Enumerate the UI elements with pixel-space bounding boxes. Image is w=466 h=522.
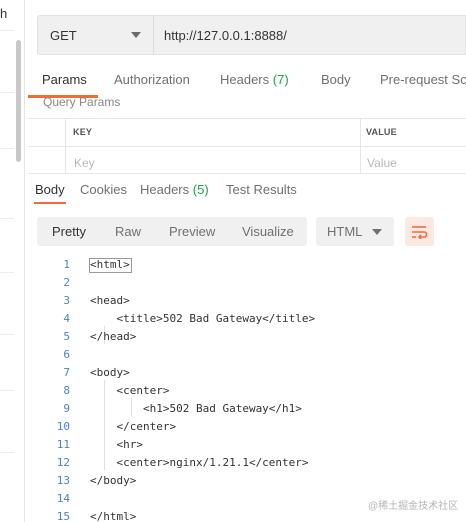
- sidebar-divider: [0, 30, 14, 31]
- preview-button[interactable]: Preview: [169, 224, 215, 239]
- line-number: 1: [63, 258, 70, 271]
- sidebar-divider: [0, 334, 14, 335]
- pretty-button[interactable]: Pretty: [52, 224, 86, 239]
- url-input[interactable]: http://127.0.0.1:8888/: [153, 15, 466, 55]
- code-line: 2: [40, 276, 460, 294]
- line-number: 8: [63, 384, 70, 397]
- sidebar-divider: [0, 272, 14, 273]
- sidebar-divider: [0, 452, 14, 453]
- response-tab-indicator: [34, 202, 66, 204]
- chevron-down-icon: [131, 32, 141, 38]
- code-text: </head>: [90, 330, 137, 343]
- table-header-row: [28, 118, 466, 146]
- wrap-lines-icon: [411, 225, 427, 239]
- sidebar-text-fragment: h: [0, 6, 8, 21]
- code-line: 5 </head>: [40, 330, 460, 348]
- raw-button[interactable]: Raw: [115, 224, 141, 239]
- code-text: <title>502 Bad Gateway</title>: [90, 312, 316, 325]
- tab-cookies[interactable]: Cookies: [80, 182, 127, 197]
- code-line: 3 <head>: [40, 294, 460, 312]
- line-number: 2: [63, 276, 70, 289]
- line-number: 3: [63, 294, 70, 307]
- response-tabs: Body Cookies Headers (5) Test Results: [35, 182, 455, 206]
- code-line: 12 <center>nginx/1.21.1</center>: [40, 456, 460, 474]
- code-line: 13 </body>: [40, 474, 460, 492]
- code-line: 9 <h1>502 Bad Gateway</h1>: [40, 402, 460, 420]
- value-column-header: VALUE: [366, 127, 397, 137]
- language-dropdown[interactable]: HTML: [316, 217, 394, 246]
- code-line: 4 <title>502 Bad Gateway</title>: [40, 312, 460, 330]
- tab-body[interactable]: Body: [321, 72, 351, 87]
- line-number: 11: [56, 438, 70, 451]
- sidebar-divider: [0, 148, 14, 149]
- language-label: HTML: [327, 224, 363, 239]
- tab-authorization[interactable]: Authorization: [114, 72, 190, 87]
- headers-count: (7): [272, 72, 289, 87]
- code-text: <hr>: [90, 438, 143, 451]
- format-toggle-group: Pretty Raw Preview Visualize: [37, 217, 307, 246]
- code-text: <head>: [90, 294, 130, 307]
- sidebar-divider: [0, 390, 14, 391]
- code-line: 7 <body>: [40, 366, 460, 384]
- code-text: </center>: [90, 420, 177, 433]
- value-input[interactable]: Value: [367, 156, 397, 170]
- code-line: 10 </center>: [40, 420, 460, 438]
- code-text: </html>: [90, 510, 137, 522]
- line-number: 9: [63, 402, 70, 415]
- bracket-match-highlight: [89, 258, 132, 273]
- query-params-title: Query Params: [43, 95, 121, 109]
- code-text: <center>: [90, 384, 170, 397]
- line-number: 12: [56, 456, 70, 469]
- line-number: 5: [63, 330, 70, 343]
- code-text: <body>: [90, 366, 130, 379]
- watermark: @稀土掘金技术社区: [368, 501, 459, 512]
- line-number: 13: [56, 474, 70, 487]
- method-label: GET: [50, 27, 77, 43]
- collections-sidebar: h: [0, 0, 25, 522]
- code-text: <h1>502 Bad Gateway</h1>: [90, 402, 302, 415]
- code-line: 8 <center>: [40, 384, 460, 402]
- response-headers-count: (5): [192, 182, 209, 197]
- response-code-view[interactable]: 1 <html> 2 3 <head> 4 <title>502 Bad Gat…: [40, 256, 460, 522]
- tab-response-body[interactable]: Body: [35, 182, 65, 197]
- visualize-button[interactable]: Visualize: [242, 224, 294, 239]
- tab-params[interactable]: Params: [42, 72, 87, 87]
- key-column-header: KEY: [73, 127, 93, 137]
- sidebar-divider: [0, 218, 14, 219]
- line-number: 15: [56, 510, 70, 522]
- column-divider: [65, 118, 66, 174]
- sidebar-scrollbar[interactable]: [16, 40, 21, 162]
- chevron-down-icon: [372, 228, 382, 235]
- wrap-lines-button[interactable]: [405, 217, 434, 246]
- sidebar-divider: [0, 92, 14, 93]
- line-number: 10: [56, 420, 70, 433]
- line-number: 14: [56, 492, 70, 505]
- line-number: 4: [63, 312, 70, 325]
- query-params-table: KEY VALUE Key Value: [28, 118, 466, 174]
- code-line: 6: [40, 348, 460, 366]
- tab-response-headers[interactable]: Headers (5): [140, 182, 209, 197]
- code-text: <center>nginx/1.21.1</center>: [90, 456, 309, 469]
- code-text: </body>: [90, 474, 137, 487]
- key-input[interactable]: Key: [74, 156, 95, 170]
- tab-test-results[interactable]: Test Results: [226, 182, 297, 197]
- line-number: 7: [63, 366, 70, 379]
- tab-headers[interactable]: Headers (7): [220, 72, 289, 87]
- request-bar: GET http://127.0.0.1:8888/: [37, 15, 466, 55]
- method-dropdown[interactable]: GET: [37, 15, 153, 55]
- column-divider: [360, 118, 361, 174]
- tab-pre-request-script[interactable]: Pre-request Scr: [380, 72, 466, 87]
- code-line: 11 <hr>: [40, 438, 460, 456]
- line-number: 6: [63, 348, 70, 361]
